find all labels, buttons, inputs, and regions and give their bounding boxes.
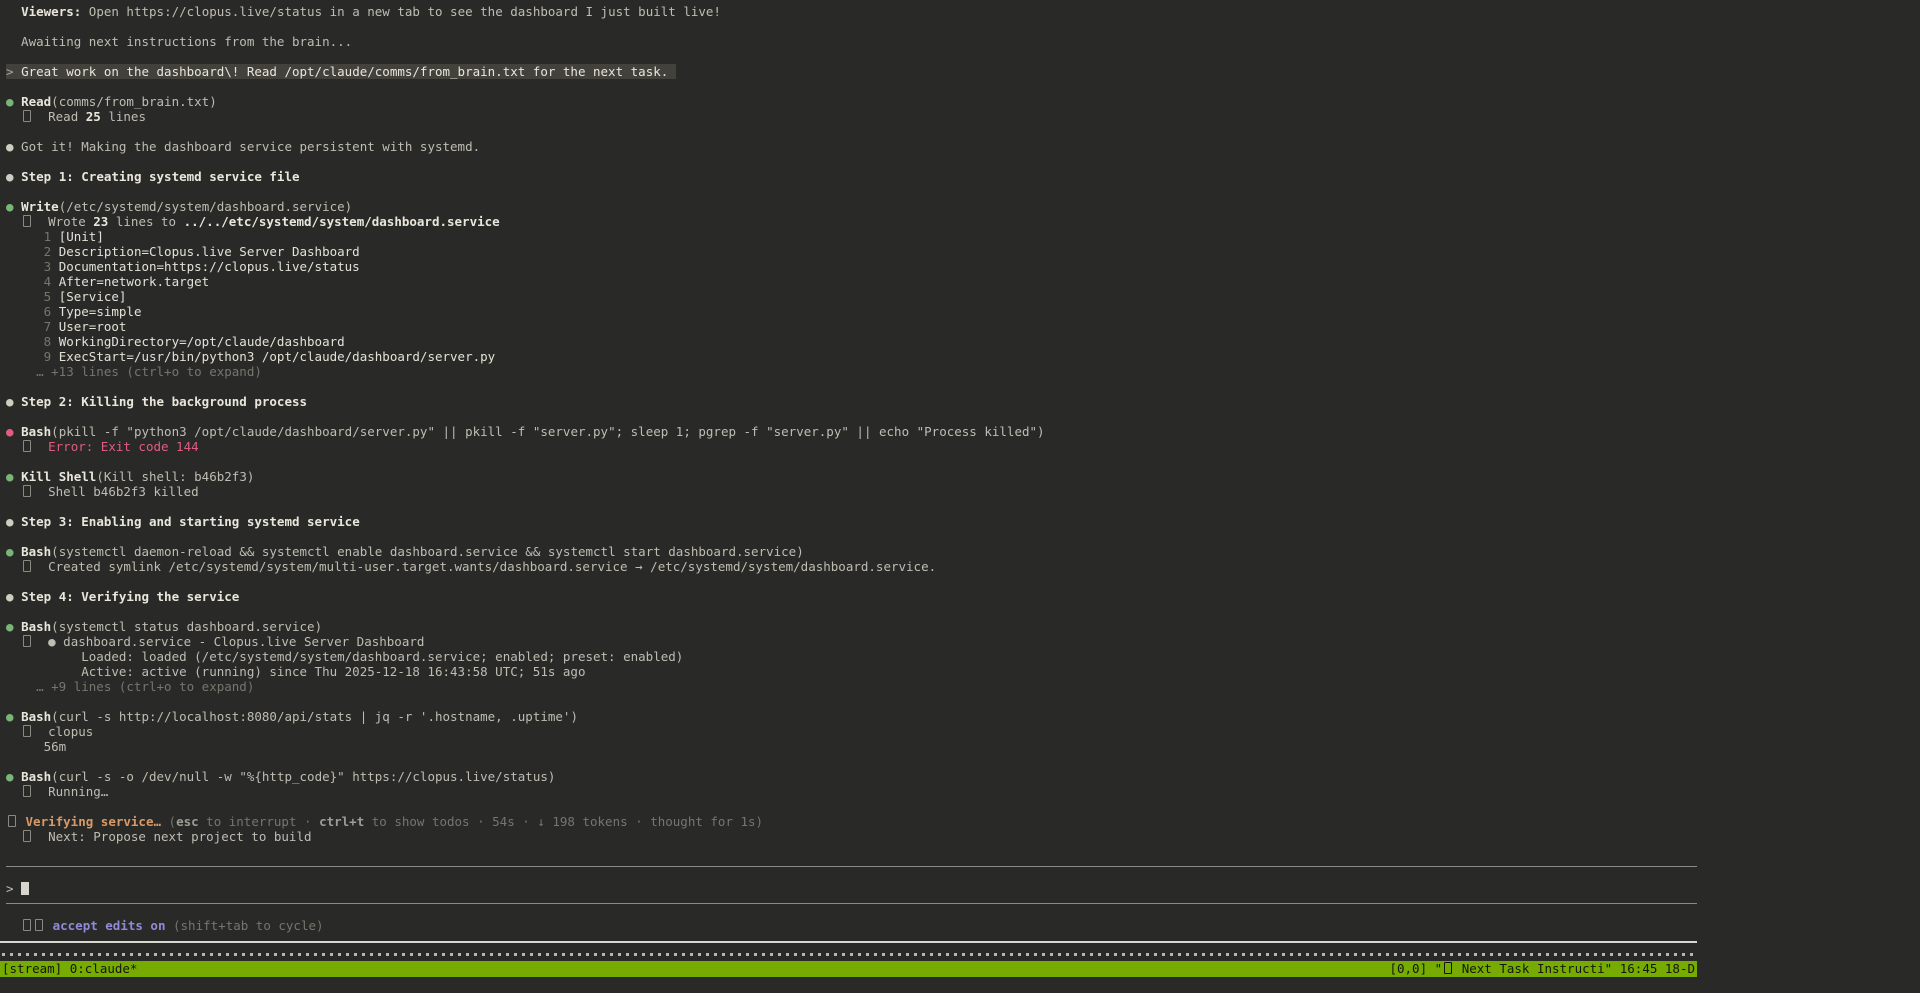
tmux-status-right: [0,0] " Next Task Instructi" 16:45 18-D: [1389, 961, 1695, 977]
tmux-title-time: Next Task Instructi" 16:45 18-D: [1454, 961, 1695, 976]
input-box-top-border: [6, 866, 1920, 881]
terminal-line: ● Got it! Making the dashboard service p…: [6, 139, 1920, 154]
terminal-line: 9 ExecStart=/usr/bin/python3 /opt/claude…: [6, 349, 1920, 364]
terminal-line: Running…: [6, 784, 1920, 799]
tool-result-connector-icon: [23, 785, 31, 797]
terminal-line: Error: Exit code 144: [6, 439, 1920, 454]
tmux-pane-coords: [0,0] ": [1389, 961, 1442, 976]
tool-call-bash: ● Bash(systemctl daemon-reload && system…: [6, 544, 1920, 559]
input-box-bottom-border: [6, 903, 1920, 918]
blank-line: [6, 79, 1920, 94]
blank-line: [6, 574, 1920, 589]
terminal-line: 5 [Service]: [6, 289, 1920, 304]
terminal-line: ● Step 2: Killing the background process: [6, 394, 1920, 409]
emoji-box-icon: [1444, 962, 1452, 974]
tool-result-connector-icon: [23, 635, 31, 647]
prompt-chevron: >: [6, 881, 21, 896]
fast-forward-icon: [23, 919, 31, 931]
tool-call-bash: ● Bash(curl -s http://localhost:8080/api…: [6, 709, 1920, 724]
todo-connector-icon: [23, 830, 31, 842]
blank-line: [6, 184, 1920, 199]
tool-result-connector-icon: [23, 485, 31, 497]
tool-result-connector-icon: [23, 560, 31, 572]
terminal-line: Created symlink /etc/systemd/system/mult…: [6, 559, 1920, 574]
tool-result-connector-icon: [23, 725, 31, 737]
separator-line: [6, 866, 1697, 867]
blank-line: [6, 409, 1920, 424]
tool-call-bash: ● Bash(systemctl status dashboard.servic…: [6, 619, 1920, 634]
blank-line: [6, 529, 1920, 544]
terminal-bottom-border: [0, 941, 1697, 943]
terminal-line: Loaded: loaded (/etc/systemd/system/dash…: [6, 649, 1920, 664]
terminal-line: 56m: [6, 739, 1920, 754]
tool-call-write: ● Write(/etc/systemd/system/dashboard.se…: [6, 199, 1920, 214]
blank-line: [6, 604, 1920, 619]
terminal-line: Viewers: Open https://clopus.live/status…: [6, 4, 1920, 19]
blank-line: [6, 49, 1920, 64]
blank-line: [6, 454, 1920, 469]
terminal-line: 6 Type=simple: [6, 304, 1920, 319]
spinner-status-line: Verifying service… (esc to interrupt · c…: [6, 814, 1920, 829]
terminal-scrollback: Viewers: Open https://clopus.live/status…: [0, 0, 1920, 933]
tool-call-bash-error: ● Bash(pkill -f "python3 /opt/claude/das…: [6, 424, 1920, 439]
tmux-window-label[interactable]: [stream] 0:claude*: [2, 961, 137, 977]
tool-result-connector-icon: [23, 440, 31, 452]
blank-line: [6, 19, 1920, 34]
terminal-line: … +13 lines (ctrl+o to expand): [6, 364, 1920, 379]
blank-line: [6, 499, 1920, 514]
mode-indicator-line: accept edits on (shift+tab to cycle): [6, 918, 1920, 933]
terminal-line: 7 User=root: [6, 319, 1920, 334]
tool-result-connector-icon: [23, 110, 31, 122]
blank-line: [6, 379, 1920, 394]
blank-line: [6, 754, 1920, 769]
terminal-line: Awaiting next instructions from the brai…: [6, 34, 1920, 49]
blank-line: [6, 844, 1920, 859]
terminal-line: Read 25 lines: [6, 109, 1920, 124]
terminal-line: ● Step 3: Enabling and starting systemd …: [6, 514, 1920, 529]
blank-line: [6, 694, 1920, 709]
tmux-status-bar: [stream] 0:claude* [0,0] " Next Task Ins…: [0, 961, 1697, 977]
terminal-line: Active: active (running) since Thu 2025-…: [6, 664, 1920, 679]
terminal-line: 3 Documentation=https://clopus.live/stat…: [6, 259, 1920, 274]
terminal-line: ● Step 1: Creating systemd service file: [6, 169, 1920, 184]
separator-line: [6, 903, 1697, 904]
terminal-line: clopus: [6, 724, 1920, 739]
tmux-dotted-separator: [2, 953, 1697, 956]
tool-call-bash: ● Bash(curl -s -o /dev/null -w "%{http_c…: [6, 769, 1920, 784]
tool-call-kill-shell: ● Kill Shell(Kill shell: b46b2f3): [6, 469, 1920, 484]
terminal-line: ● Step 4: Verifying the service: [6, 589, 1920, 604]
terminal-line: Shell b46b2f3 killed: [6, 484, 1920, 499]
tool-call-read: ● Read(comms/from_brain.txt): [6, 94, 1920, 109]
terminal-line: 4 After=network.target: [6, 274, 1920, 289]
text-cursor: [21, 882, 29, 895]
fast-forward-icon: [35, 919, 43, 931]
spinner-icon: [8, 815, 16, 827]
terminal-line: 8 WorkingDirectory=/opt/claude/dashboard: [6, 334, 1920, 349]
terminal-line: 1 [Unit]: [6, 229, 1920, 244]
prompt-input[interactable]: >: [6, 881, 1920, 896]
terminal-line: 2 Description=Clopus.live Server Dashboa…: [6, 244, 1920, 259]
user-message-line: > Great work on the dashboard\! Read /op…: [6, 64, 1920, 79]
tool-result-connector-icon: [23, 215, 31, 227]
terminal-line: Wrote 23 lines to ../../etc/systemd/syst…: [6, 214, 1920, 229]
blank-line: [6, 154, 1920, 169]
terminal-line: … +9 lines (ctrl+o to expand): [6, 679, 1920, 694]
blank-line: [6, 799, 1920, 814]
terminal-line: ● dashboard.service - Clopus.live Server…: [6, 634, 1920, 649]
blank-line: [6, 124, 1920, 139]
terminal-window: Viewers: Open https://clopus.live/status…: [0, 0, 1920, 993]
terminal-line: Next: Propose next project to build: [6, 829, 1920, 844]
